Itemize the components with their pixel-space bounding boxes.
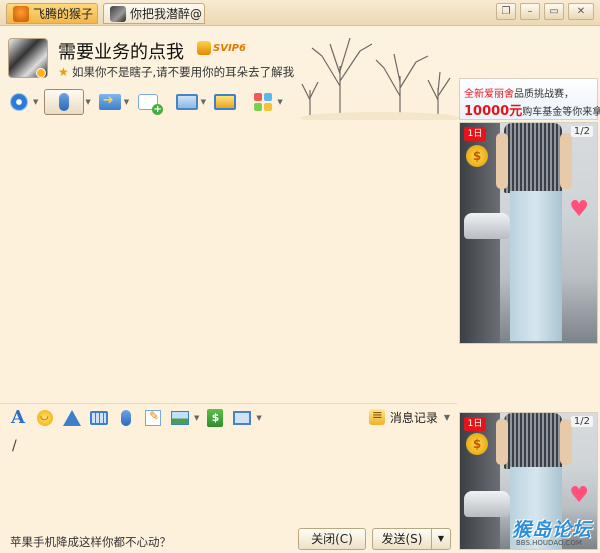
vip-badge-label: SVIP6	[213, 42, 246, 54]
photo-car	[464, 213, 510, 239]
photo-shirt	[504, 123, 562, 193]
file-transfer-icon	[98, 93, 121, 110]
ad-line-1: 全新爱丽舍品质挑战赛，	[464, 89, 574, 100]
remote-desktop-icon	[175, 94, 198, 110]
apps-button[interactable]	[250, 90, 276, 114]
chevron-down-icon[interactable]: ▼	[256, 414, 261, 422]
emoji-icon	[37, 410, 53, 426]
apps-icon	[254, 93, 273, 111]
tab-avatar-icon	[110, 5, 126, 22]
magic-face-button[interactable]	[87, 407, 111, 429]
watermark-sub: BBS.HOUDAO.COM	[516, 539, 582, 547]
watermark-logo: 猴岛论坛 BBS.HOUDAO.COM	[512, 515, 600, 551]
photo-arm	[496, 133, 508, 189]
chat-toolbar: ▼ ▼ ▼ ▼ ▼ ▼ ▼	[6, 88, 289, 116]
photo-badge: 1日	[464, 127, 486, 141]
microphone-icon	[59, 93, 70, 111]
chevron-down-icon[interactable]: ▼	[277, 98, 282, 106]
tab-ni-ba-wo-qianzui[interactable]: 你把我潜醉@	[103, 3, 205, 24]
restore-button[interactable]: ❐	[496, 3, 516, 20]
screenshot-icon	[233, 411, 252, 425]
ad-photo-top[interactable]: 1日 $ ♥ 1/2	[459, 122, 598, 344]
font-button[interactable]: A	[6, 407, 30, 429]
magic-face-icon	[90, 411, 108, 425]
screenshot-button[interactable]	[230, 407, 254, 429]
chevron-down-icon[interactable]: ▼	[124, 98, 129, 106]
message-history-area[interactable]	[0, 120, 457, 403]
tree-background-icon	[300, 37, 460, 120]
history-label: 消息记录	[389, 410, 438, 425]
remote-desktop-button[interactable]	[174, 90, 200, 114]
ad-banner[interactable]: 全新爱丽舍品质挑战赛， 10000元购车基金等你来拿	[459, 78, 600, 120]
text-caret: /	[12, 438, 17, 454]
ad-line-2: 10000元购车基金等你来拿	[464, 104, 600, 119]
contact-signature: 如果你不是瞎子,请不要用你的耳朵去了解我	[72, 65, 295, 79]
tab-feiteng-houzi[interactable]: 飞腾的猴子	[6, 3, 98, 24]
photo-shirt	[504, 413, 562, 469]
contact-name[interactable]: 需要业务的点我	[58, 38, 184, 64]
photo-counter: 1/2	[570, 126, 593, 137]
maximize-button[interactable]: ▭	[544, 3, 564, 20]
message-input[interactable]: /	[2, 432, 456, 524]
window-controls: ❐ – ▭ ✕	[496, 3, 594, 20]
photo-badge: 1日	[464, 417, 486, 431]
voice-message-button[interactable]	[114, 407, 138, 429]
tab-avatar-icon	[13, 5, 29, 22]
note-icon	[145, 409, 161, 426]
shake-button[interactable]	[60, 407, 84, 429]
watermark-main: 猴岛论坛	[512, 519, 593, 541]
create-discussion-button[interactable]	[135, 90, 164, 115]
chevron-down-icon[interactable]: ▼	[194, 414, 199, 422]
send-options-chevron-icon[interactable]: ▼	[431, 528, 451, 550]
chevron-down-icon[interactable]: ▼	[444, 413, 450, 422]
history-icon	[368, 408, 385, 425]
heart-icon: ♥	[569, 197, 589, 222]
crown-icon	[197, 41, 211, 55]
dollar-icon: $	[466, 433, 488, 455]
image-button[interactable]	[168, 407, 192, 429]
photo-arm	[560, 419, 572, 465]
camera-icon	[10, 93, 28, 111]
shake-icon	[63, 410, 81, 426]
chevron-down-icon[interactable]: ▼	[33, 98, 38, 106]
tab-label: 飞腾的猴子	[33, 7, 94, 21]
title-bar: 飞腾的猴子 你把我潜醉@ ❐ – ▭ ✕	[0, 0, 600, 26]
emoji-button[interactable]	[33, 407, 57, 429]
divider	[0, 403, 457, 404]
photo-jeans	[510, 191, 562, 341]
voice-call-button[interactable]	[44, 89, 85, 115]
promo-tip-link[interactable]: 苹果手机降成这样你都不心动？	[10, 534, 171, 550]
minimize-button[interactable]: –	[520, 3, 540, 20]
chevron-down-icon[interactable]: ▼	[85, 98, 90, 106]
photo-counter: 1/2	[570, 416, 593, 427]
screen-share-button[interactable]	[212, 90, 238, 114]
chevron-down-icon[interactable]: ▼	[201, 98, 206, 106]
close-button[interactable]: 关闭(C)	[298, 528, 366, 550]
red-packet-button[interactable]: $	[203, 407, 227, 429]
message-history-button[interactable]: 消息记录 ▼	[368, 406, 450, 428]
online-status-icon	[36, 68, 46, 78]
image-icon	[171, 411, 189, 425]
video-call-button[interactable]	[6, 90, 32, 114]
file-transfer-button[interactable]	[97, 90, 123, 114]
create-discussion-icon	[138, 94, 164, 115]
screen-share-icon	[213, 94, 236, 110]
photo-arm	[560, 133, 572, 189]
tab-label: 你把我潜醉@	[130, 7, 203, 21]
photo-car	[464, 491, 510, 517]
vip-badge[interactable]: SVIP6	[197, 41, 246, 55]
font-icon: A	[11, 407, 25, 428]
input-toolbar: A ▼ $ ▼ 消息记录 ▼	[6, 406, 456, 430]
dollar-icon: $	[466, 145, 488, 167]
voice-message-icon	[121, 410, 131, 426]
photo-arm	[496, 419, 508, 465]
heart-icon: ♥	[569, 483, 589, 508]
close-window-button[interactable]: ✕	[568, 3, 594, 20]
red-packet-icon: $	[207, 409, 224, 427]
star-icon: ★	[58, 65, 69, 79]
note-button[interactable]	[141, 407, 165, 429]
bottom-bar: 苹果手机降成这样你都不心动？ 关闭(C) 发送(S) ▼	[0, 524, 457, 553]
send-button[interactable]: 发送(S)	[372, 528, 432, 550]
